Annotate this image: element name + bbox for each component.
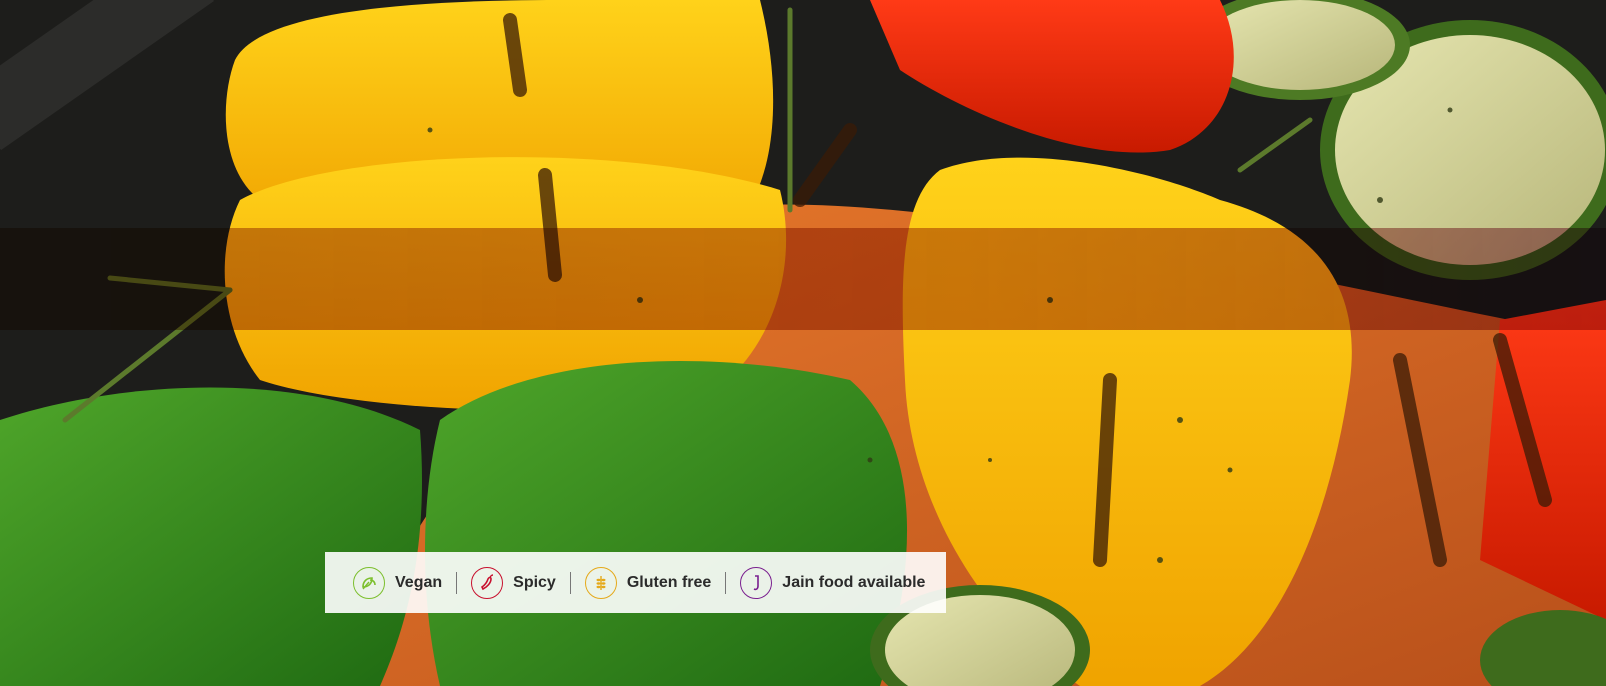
legend-label-jain: Jain food available [782, 573, 926, 591]
hero-banner: Vegan Spicy Gluten free Jain food availa… [0, 0, 1606, 686]
legend-separator [725, 571, 727, 594]
brand-overlay-band [0, 228, 1606, 330]
legend-separator [569, 571, 571, 594]
legend-label-vegan: Vegan [395, 573, 443, 591]
jain-icon [740, 566, 773, 599]
legend-label-spicy: Spicy [513, 573, 556, 591]
dietary-legend: Vegan Spicy Gluten free Jain food availa… [325, 552, 946, 613]
legend-item-jain: Jain food available [740, 552, 925, 613]
legend-item-vegan: Vegan [353, 552, 442, 613]
legend-separator [456, 571, 458, 594]
legend-label-gluten-free: Gluten free [626, 573, 712, 591]
leaf-icon [353, 566, 385, 599]
legend-item-gluten-free: Gluten free [584, 552, 712, 613]
legend-item-spicy: Spicy [471, 552, 556, 613]
wheat-icon [584, 566, 617, 599]
chili-icon [471, 566, 504, 599]
